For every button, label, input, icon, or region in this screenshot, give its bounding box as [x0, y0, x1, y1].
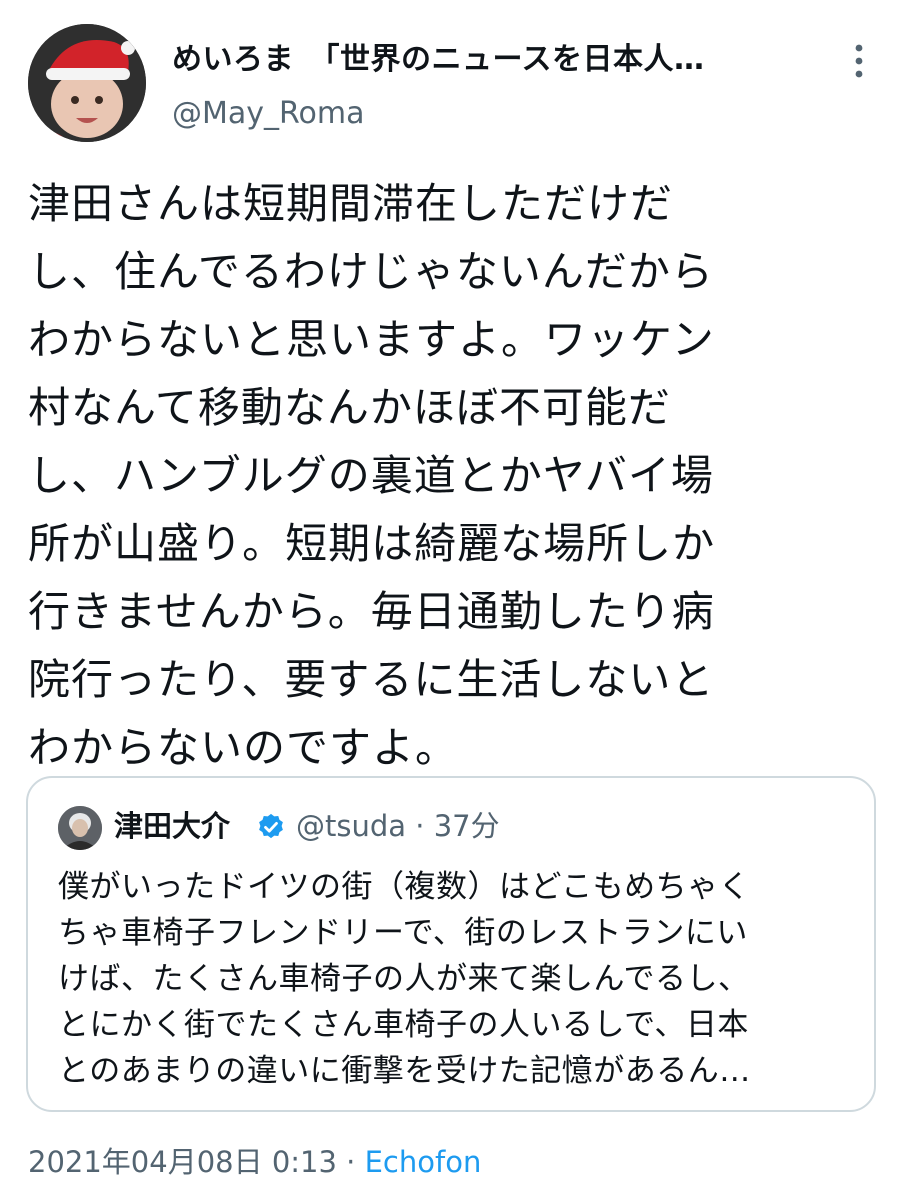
tweet-text-line: わからないと思いますよ。ワッケン: [28, 315, 715, 364]
quoted-text-line: ちゃ車椅子フレンドリーで、街のレストランにい: [58, 915, 748, 951]
quoted-tweet-text: 僕がいったドイツの街（複数）はどこもめちゃく ちゃ車椅子フレンドリーで、街のレス…: [58, 864, 858, 1094]
quoted-author-name: 津田大介: [114, 809, 231, 843]
quoted-text-line: けば、たくさん車椅子の人が来て楽しんでるし、: [58, 961, 750, 997]
quoted-author-avatar[interactable]: [58, 806, 102, 850]
tweet-detail: めいろま 「世界のニュースを日本人… @May_Roma 津田さんは短期間滞在し…: [0, 0, 904, 1200]
more-vertical-icon[interactable]: [838, 36, 880, 86]
tweet-text-line: 所が山盛り。短期は綺麗な場所しか: [28, 519, 716, 568]
tweet-text-line: 村なんて移動なんかほぼ不可能だ: [28, 383, 671, 432]
tweet-text-line: し、住んでるわけじゃないんだから: [28, 247, 714, 296]
tweet-text-line: 院行ったり、要するに生活しないと: [28, 655, 715, 704]
verified-badge-icon: [256, 812, 286, 842]
tweet-text-line: し、ハンブルグの裏道とかヤバイ場: [28, 451, 714, 500]
person-avatar-image: [58, 806, 102, 850]
author-avatar[interactable]: [28, 24, 146, 142]
quoted-author-handle: @tsuda: [296, 809, 407, 843]
baby-santa-avatar-image: [28, 24, 146, 142]
footer-separator: ·: [346, 1145, 356, 1179]
tweet-text: 津田さんは短期間滞在しただけだ し、住んでるわけじゃないんだから わからないと思…: [28, 170, 878, 782]
author-handle[interactable]: @May_Roma: [172, 94, 364, 134]
author-display-name[interactable]: めいろま 「世界のニュースを日本人…: [172, 38, 812, 82]
quoted-text-line: とにかく街でたくさん車椅子の人いるしで、日本: [58, 1007, 749, 1043]
tweet-source-link[interactable]: Echofon: [365, 1145, 482, 1179]
quoted-tweet-time: 37分: [433, 809, 500, 843]
tweet-timestamp[interactable]: 2021年04月08日 0:13: [28, 1145, 337, 1179]
tweet-text-line: わからないのですよ。: [28, 723, 459, 772]
meta-separator: ·: [415, 809, 425, 843]
quoted-text-line: とのあまりの違いに衝撃を受けた記憶があるん…: [58, 1053, 751, 1089]
tweet-text-line: 津田さんは短期間滞在しただけだ: [28, 179, 674, 228]
quoted-tweet-card[interactable]: 津田大介 @tsuda · 37分 僕がいったドイツの街（複数）はどこもめちゃく…: [26, 776, 876, 1112]
tweet-footer: 2021年04月08日 0:13 · Echofon: [28, 1140, 481, 1184]
quoted-tweet-meta: @tsuda · 37分: [296, 804, 500, 848]
quoted-text-line: 僕がいったドイツの街（複数）はどこもめちゃく: [58, 869, 751, 905]
tweet-text-line: 行きませんから。毎日通勤したり病: [28, 587, 715, 636]
